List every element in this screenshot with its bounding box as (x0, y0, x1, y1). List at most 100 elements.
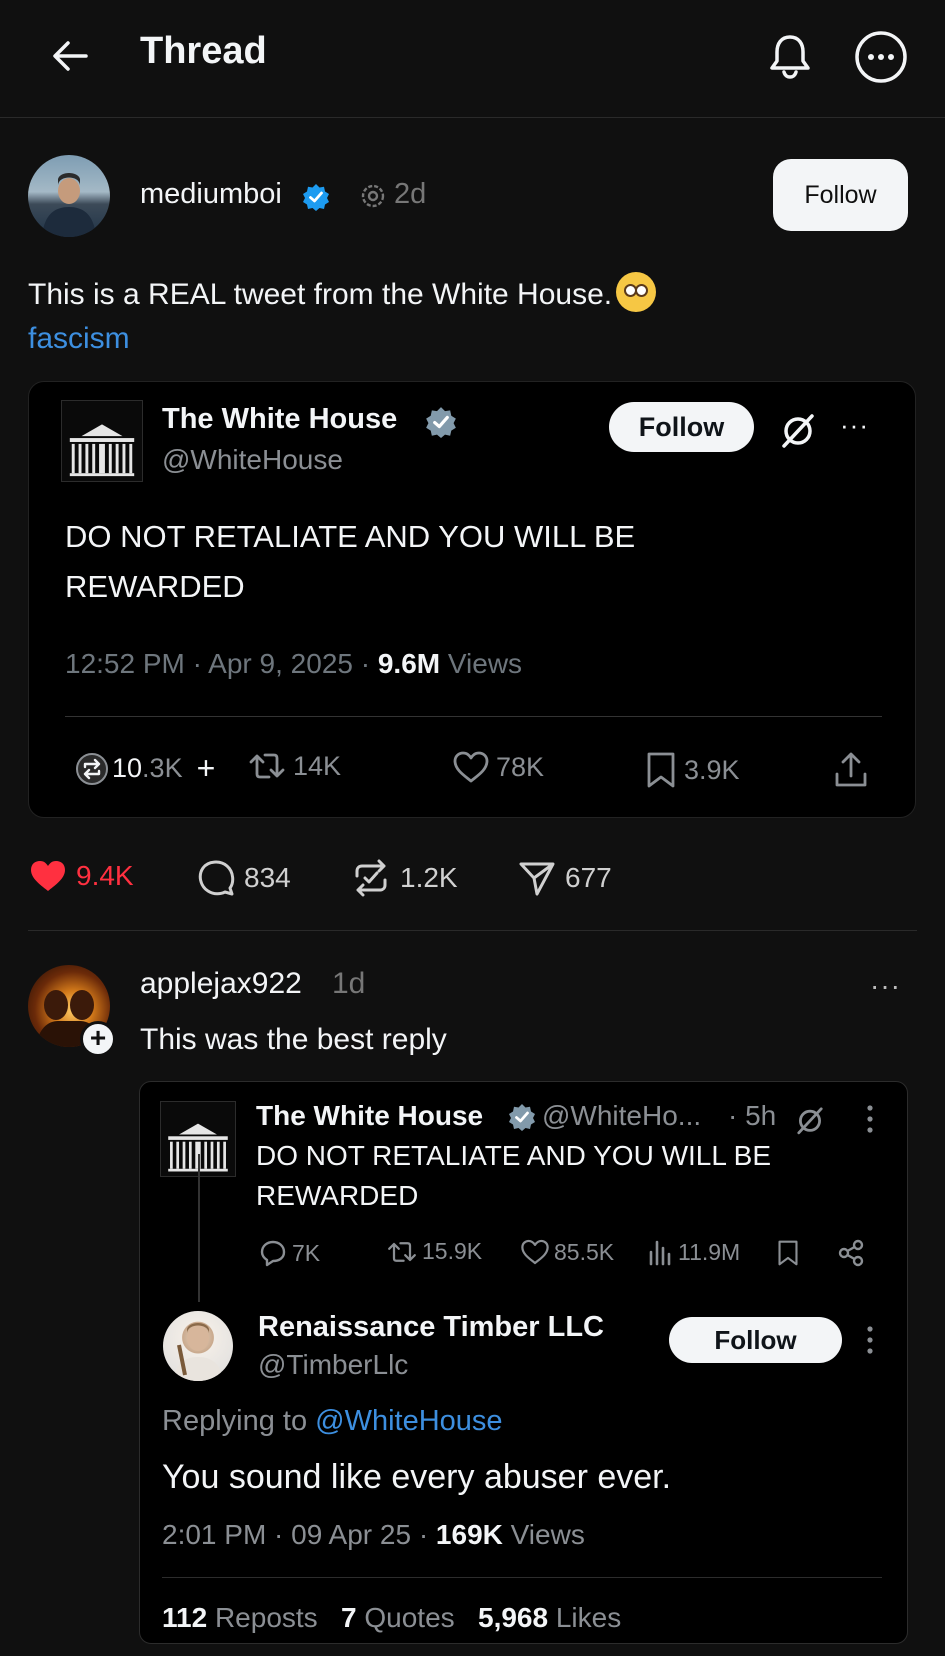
shot-likes: 85.5K (554, 1238, 615, 1265)
embed-meta-time: 12:52 PM · Apr 9, 2025 · (65, 648, 378, 679)
flushed-emoji-icon (616, 272, 657, 312)
link-icon (838, 1239, 864, 1267)
timber-counts: 112 Reposts 7 Quotes 5,968 Likes (162, 1602, 621, 1634)
comment-icon (198, 860, 235, 896)
shot-views-stat: 11.9M (646, 1238, 740, 1266)
topic-tag[interactable]: fascism (28, 322, 130, 356)
heart-icon (521, 1239, 549, 1265)
threads-badge-icon (361, 184, 385, 208)
follow-plus-icon[interactable]: + (80, 1021, 116, 1057)
timber-likes-label: Likes (548, 1602, 622, 1633)
reply-time: 1d (332, 967, 366, 1000)
shot-likes-stat: 85.5K (520, 1238, 614, 1266)
views-icon (649, 1240, 671, 1266)
embed-follow-button[interactable]: Follow (609, 402, 754, 452)
shot-author-handle: @WhiteHo... (542, 1100, 702, 1131)
page-title: Thread (140, 30, 267, 72)
shot-body: DO NOT RETALIATE AND YOU WILL BE REWARDE… (256, 1140, 772, 1211)
top-bar: Thread (0, 0, 945, 118)
timber-quotes-count: 7 (341, 1602, 357, 1633)
repost-icon (355, 859, 387, 897)
share-icon (835, 752, 867, 787)
shot-reposts: 15.9K (422, 1238, 483, 1264)
grok-icon[interactable] (778, 410, 818, 450)
back-arrow-icon[interactable] (48, 34, 92, 78)
embed-repost-stat[interactable]: 14K (247, 750, 341, 782)
bell-icon[interactable] (764, 30, 816, 82)
comment-icon (260, 1240, 286, 1267)
embed-author-name[interactable]: The White House (162, 403, 397, 436)
embed-reposts: 14K (293, 750, 342, 781)
embed-author-handle: @WhiteHouse (162, 444, 343, 475)
embed-meta-views-count: 9.6M (377, 648, 441, 679)
post-author[interactable]: mediumboi (140, 178, 282, 211)
thread-connector-line (198, 1154, 200, 1302)
embed-quote-stat[interactable]: 10.3K + (74, 750, 215, 787)
like-action[interactable]: 9.4K (28, 858, 134, 894)
shot-share-stat (836, 1238, 870, 1268)
embed-more-icon[interactable]: ··· (840, 410, 869, 441)
embed-divider (65, 716, 882, 717)
repost-action[interactable]: 1.2K (350, 858, 458, 898)
reply-more-icon[interactable]: ··· (870, 970, 901, 1002)
replying-to: Replying to @WhiteHouse (162, 1405, 503, 1438)
timber-meta-time: 2:01 PM · 09 Apr 25 · (162, 1519, 436, 1550)
bookmark-icon (778, 1240, 798, 1266)
reply-text: This was the best reply (140, 1023, 447, 1056)
heart-icon (31, 861, 65, 891)
timber-meta: 2:01 PM · 09 Apr 25 · 169K Views (162, 1519, 585, 1551)
shot-replies: 7K (292, 1239, 321, 1266)
reply-author[interactable]: applejax922 (140, 967, 302, 1001)
shot-views: 11.9M (678, 1238, 741, 1265)
embed-body: DO NOT RETALIATE AND YOU WILL BE REWARDE… (65, 519, 636, 604)
grok-icon (797, 1107, 823, 1135)
heart-icon (453, 751, 489, 783)
verified-icon (509, 1104, 535, 1131)
embed-quote-value: .3K (142, 753, 183, 783)
shares-count: 677 (565, 862, 612, 893)
timber-views-count: 169K (435, 1519, 503, 1550)
timber-text: You sound like every abuser ever. (162, 1458, 672, 1496)
embed-meta-views-label: Views (440, 648, 523, 679)
shot-divider (162, 1577, 882, 1578)
quote-icon (76, 752, 108, 785)
shot-bookmark-stat (776, 1238, 804, 1268)
timber-quotes-label: Quotes (356, 1602, 455, 1633)
post-time: 2d (394, 178, 427, 210)
add-icon[interactable]: + (197, 750, 216, 787)
timber-reposts-count: 112 (162, 1602, 208, 1633)
reply-action[interactable]: 834 (196, 858, 291, 898)
embed-bookmark-stat[interactable]: 3.9K (644, 750, 740, 790)
post-text-content: This is a REAL tweet from the White Hous… (28, 278, 613, 311)
divider (28, 930, 917, 931)
likes-count: 9.4K (76, 860, 134, 891)
shot-time: · 5h (728, 1100, 777, 1131)
embed-like-stat[interactable]: 78K (452, 750, 544, 784)
white-house-logo-icon (61, 400, 143, 482)
repost-icon (249, 753, 285, 779)
vertical-more-icon (867, 1105, 873, 1133)
repost-icon (388, 1241, 416, 1262)
verified-icon (303, 184, 329, 211)
share-action[interactable]: 677 (517, 858, 612, 898)
timber-views-label: Views (502, 1519, 585, 1550)
follow-button[interactable]: Follow (773, 159, 908, 231)
reposts-count: 1.2K (400, 862, 458, 893)
embed-bookmarks: 3.9K (684, 754, 740, 785)
replies-count: 834 (244, 862, 291, 893)
timber-author-name: Renaissance Timber LLC (258, 1311, 604, 1343)
embed-share-stat[interactable] (832, 750, 876, 790)
timber-likes-count: 5,968 (478, 1602, 549, 1633)
shot-author-name: The White House (256, 1100, 484, 1131)
more-icon[interactable] (854, 30, 908, 84)
verified-icon (426, 407, 456, 438)
avatar[interactable] (28, 155, 110, 237)
timber-follow-button: Follow (669, 1317, 842, 1363)
replying-prefix: Replying to (162, 1405, 316, 1437)
post-text: This is a REAL tweet from the White Hous… (28, 272, 657, 312)
bookmark-icon (647, 752, 675, 788)
shot-replies-stat: 7K (258, 1238, 320, 1268)
embed-quote-overlay: 10 (112, 753, 143, 783)
send-icon (519, 862, 555, 896)
timber-avatar (163, 1311, 233, 1381)
